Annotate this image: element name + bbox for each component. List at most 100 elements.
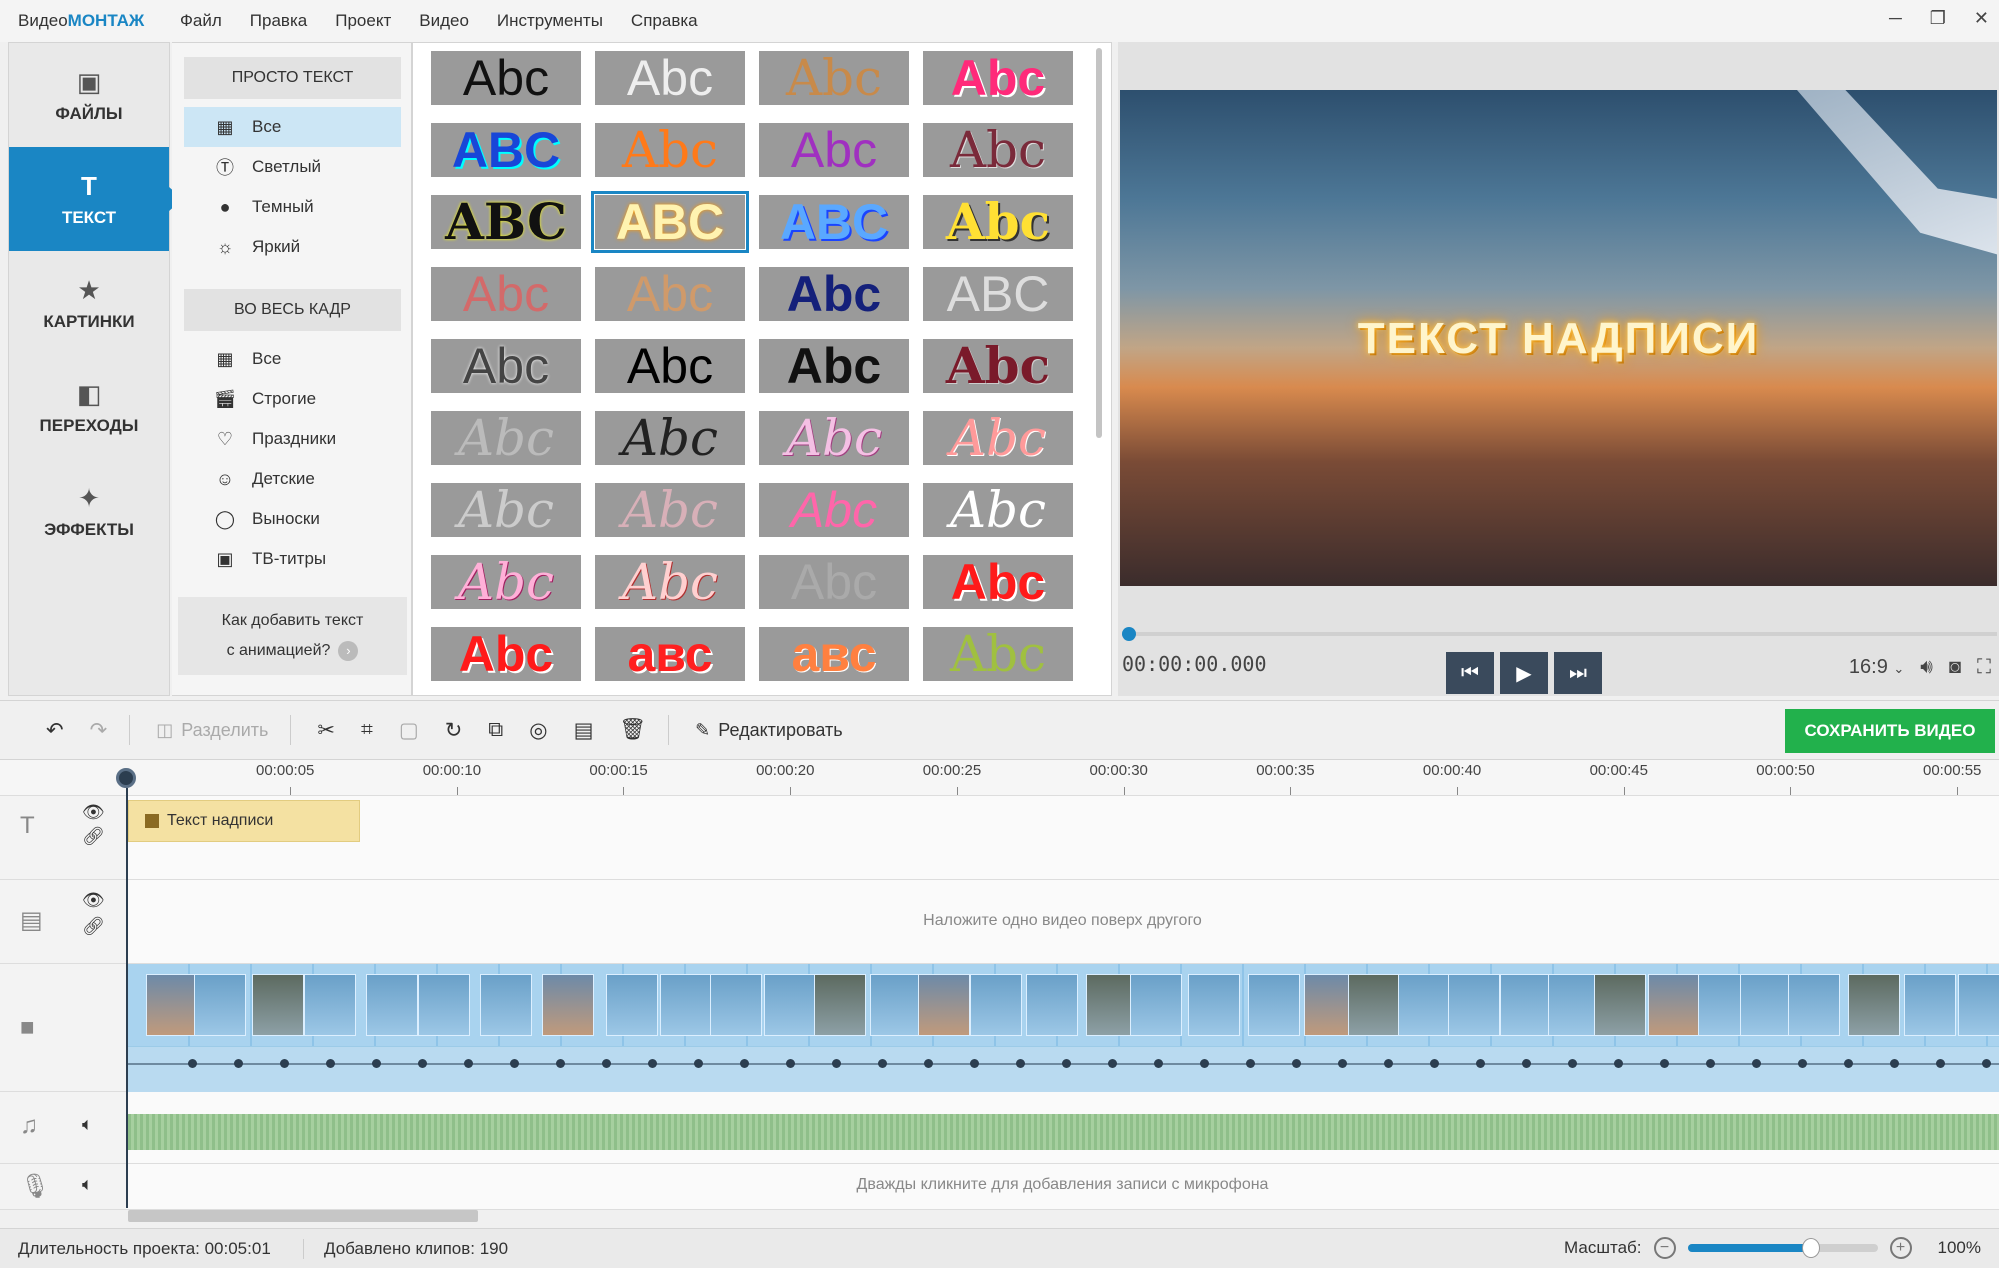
nav-files[interactable]: ▣ ФАЙЛЫ <box>9 43 169 147</box>
menu-help[interactable]: Справка <box>631 11 698 31</box>
text-style-tile[interactable]: Abc <box>595 51 745 105</box>
video-clip-thumbnail[interactable] <box>1398 974 1450 1036</box>
video-clip-thumbnail[interactable] <box>366 974 418 1036</box>
next-frame-button[interactable]: ⏭ <box>1554 652 1602 694</box>
edit-button[interactable]: ✎ Редактировать <box>695 720 842 741</box>
envelope-node[interactable] <box>1982 1059 1991 1068</box>
video-clip-thumbnail[interactable] <box>814 974 866 1036</box>
envelope-node[interactable] <box>510 1059 519 1068</box>
video-clip-thumbnail[interactable] <box>660 974 712 1036</box>
text-style-tile[interactable]: Abc <box>431 411 581 465</box>
envelope-node[interactable] <box>1936 1059 1945 1068</box>
prev-frame-button[interactable]: ⏮ <box>1446 652 1494 694</box>
text-style-tile[interactable]: Abc <box>595 555 745 609</box>
video-clip-thumbnail[interactable] <box>1788 974 1840 1036</box>
envelope-node[interactable] <box>924 1059 933 1068</box>
menu-edit[interactable]: Правка <box>250 11 307 31</box>
text-style-tile[interactable]: Abc <box>759 483 909 537</box>
eye-icon[interactable]: 👁︎ <box>82 802 105 823</box>
text-style-tile[interactable]: авс <box>759 627 909 681</box>
video-clip-thumbnail[interactable] <box>146 974 198 1036</box>
nav-pictures[interactable]: ★ КАРТИНКИ <box>9 251 169 355</box>
text-style-tile[interactable]: Abc <box>431 627 581 681</box>
envelope-node[interactable] <box>1890 1059 1899 1068</box>
timeline-scrollbar[interactable] <box>128 1210 478 1222</box>
menu-tools[interactable]: Инструменты <box>497 11 603 31</box>
text-style-tile[interactable]: Abc <box>431 555 581 609</box>
envelope-node[interactable] <box>418 1059 427 1068</box>
undo-icon[interactable]: ↶ <box>46 718 64 743</box>
text-style-tile[interactable]: Abc <box>431 483 581 537</box>
video-clip-thumbnail[interactable] <box>1026 974 1078 1036</box>
text-style-tile[interactable]: Abc <box>923 123 1073 177</box>
envelope-node[interactable] <box>1384 1059 1393 1068</box>
text-style-tile[interactable]: Abc <box>923 555 1073 609</box>
camera-icon[interactable]: ◙ <box>1949 656 1961 679</box>
text-style-tile[interactable]: Abc <box>759 51 909 105</box>
music-waveform[interactable] <box>128 1114 1999 1150</box>
envelope-node[interactable] <box>648 1059 657 1068</box>
envelope-node[interactable] <box>1016 1059 1025 1068</box>
text-style-tile[interactable]: ABC <box>923 267 1073 321</box>
text-clip[interactable]: Текст надписи <box>128 800 360 842</box>
video-clip-thumbnail[interactable] <box>1448 974 1500 1036</box>
text-style-tile[interactable]: ABC <box>759 195 909 249</box>
text-style-tile[interactable]: авс <box>595 627 745 681</box>
text-style-tile[interactable]: Abc <box>431 339 581 393</box>
video-clip-thumbnail[interactable] <box>1188 974 1240 1036</box>
envelope-node[interactable] <box>280 1059 289 1068</box>
text-style-tile[interactable]: Abc <box>923 195 1073 249</box>
stabilize-icon[interactable]: ◎ <box>529 718 547 743</box>
text-style-tile[interactable]: Abc <box>923 51 1073 105</box>
cat-kids[interactable]: ☺ Детские <box>184 459 401 499</box>
volume-icon[interactable]: 🔊︎ <box>1920 656 1933 679</box>
video-clip-thumbnail[interactable] <box>1248 974 1300 1036</box>
video-preview[interactable]: ТЕКСТ НАДПИСИ <box>1120 90 1997 586</box>
text-style-tile[interactable]: ABC <box>431 195 581 249</box>
cat-dark[interactable]: ● Темный <box>184 187 401 227</box>
speaker-icon[interactable]: 🔈︎ <box>82 1174 93 1195</box>
video-clip-thumbnail[interactable] <box>764 974 816 1036</box>
video-clip-thumbnail[interactable] <box>1594 974 1646 1036</box>
video-clip-thumbnail[interactable] <box>1740 974 1792 1036</box>
video-clip-thumbnail[interactable] <box>710 974 762 1036</box>
envelope-node[interactable] <box>1614 1059 1623 1068</box>
video-clip-thumbnail[interactable] <box>1904 974 1956 1036</box>
playback-progress[interactable] <box>1122 627 1997 641</box>
envelope-node[interactable] <box>1798 1059 1807 1068</box>
text-track[interactable]: Текст надписи <box>126 796 1999 880</box>
playhead[interactable] <box>116 768 136 788</box>
envelope-node[interactable] <box>602 1059 611 1068</box>
overlay-track[interactable]: Наложите одно видео поверх другого <box>126 880 1999 964</box>
video-clip-thumbnail[interactable] <box>918 974 970 1036</box>
text-style-tile[interactable]: Abc <box>595 267 745 321</box>
envelope-node[interactable] <box>326 1059 335 1068</box>
video-audio-track[interactable] <box>128 1046 1999 1092</box>
cat-light[interactable]: Ⓣ Светлый <box>184 147 401 187</box>
cat-all[interactable]: ▦ Все <box>184 107 401 147</box>
envelope-node[interactable] <box>1200 1059 1209 1068</box>
eye-icon[interactable]: 👁︎ <box>82 890 105 911</box>
envelope-node[interactable] <box>1568 1059 1577 1068</box>
minimize-icon[interactable]: ─ <box>1889 8 1902 29</box>
menu-project[interactable]: Проект <box>335 11 391 31</box>
save-video-button[interactable]: СОХРАНИТЬ ВИДЕО <box>1785 709 1995 753</box>
cat-frame-all[interactable]: ▦ Все <box>184 339 401 379</box>
text-style-tile[interactable]: ABC <box>431 123 581 177</box>
zoom-out-icon[interactable]: − <box>1653 1237 1676 1259</box>
menu-video[interactable]: Видео <box>419 11 469 31</box>
split-button[interactable]: ◫ Разделить <box>156 720 268 741</box>
trash-icon[interactable]: 🗑︎ <box>619 718 646 742</box>
text-style-tile[interactable]: ABC <box>591 191 749 253</box>
envelope-node[interactable] <box>1706 1059 1715 1068</box>
envelope-node[interactable] <box>1476 1059 1485 1068</box>
cat-strict[interactable]: 🎬︎ Строгие <box>184 379 401 419</box>
close-icon[interactable]: ✕ <box>1974 8 1989 29</box>
envelope-node[interactable] <box>1660 1059 1669 1068</box>
text-style-tile[interactable]: Abc <box>759 267 909 321</box>
envelope-node[interactable] <box>832 1059 841 1068</box>
text-style-tile[interactable]: Abc <box>923 339 1073 393</box>
grid-scrollbar[interactable] <box>1096 48 1102 438</box>
video-clip-thumbnail[interactable] <box>1848 974 1900 1036</box>
zoom-in-icon[interactable]: + <box>1889 1237 1912 1259</box>
